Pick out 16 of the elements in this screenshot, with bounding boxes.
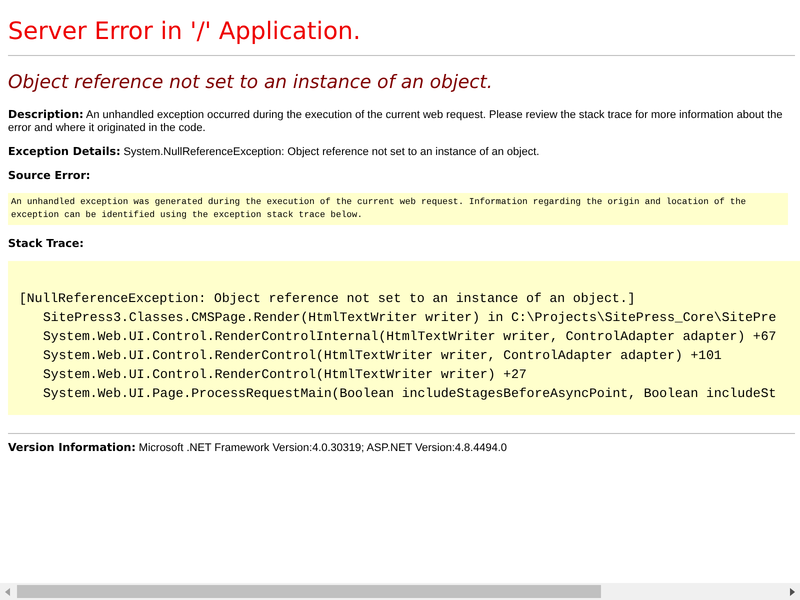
exception-details-paragraph: Exception Details: System.NullReferenceException: Object reference not set to an instance of an object. — [8, 145, 540, 159]
stack-frame: System.Web.UI.Control.RenderControlInternal(HtmlTextWriter writer, ControlAdapter adapter) +67 — [19, 327, 800, 346]
scrollbar-thumb[interactable] — [17, 585, 601, 598]
description-paragraph: Description: An unhandled exception occurred during the execution of the current web request. Please review the stack trace for more information about the error and where it originated in the code. — [8, 108, 784, 135]
stack-trace-header: [NullReferenceException: Object reference not set to an instance of an object.] — [19, 290, 636, 308]
source-error-label: Source Error: — [8, 169, 90, 182]
stack-trace-label: Stack Trace: — [8, 237, 84, 250]
source-error-box: An unhandled exception was generated during the execution of the current web request. Information regarding the origin and location of the exception can be identified using the exception stack trace below. — [8, 193, 788, 225]
horizontal-scrollbar[interactable] — [0, 583, 800, 600]
error-message: Object reference not set to an instance of an object. — [8, 72, 493, 93]
stack-frame: System.Web.UI.Control.RenderControl(HtmlTextWriter writer, ControlAdapter adapter) +101 — [19, 346, 800, 365]
page-title: Server Error in '/' Application. — [8, 17, 361, 45]
stack-frame: System.Web.UI.Control.RenderControl(HtmlTextWriter writer) +27 — [19, 365, 800, 384]
stack-frame: System.Web.UI.Page.ProcessRequestMain(Boolean includeStagesBeforeAsyncPoint, Boolean includeSt — [19, 384, 800, 403]
version-information-paragraph: Version Information: Microsoft .NET Framework Version:4.0.30319; ASP.NET Version:4.8.4494.0 — [8, 441, 508, 455]
stack-frame: SitePress3.Classes.CMSPage.Render(HtmlTextWriter writer) in C:\Projects\SitePress_Core\SitePre — [19, 308, 800, 327]
